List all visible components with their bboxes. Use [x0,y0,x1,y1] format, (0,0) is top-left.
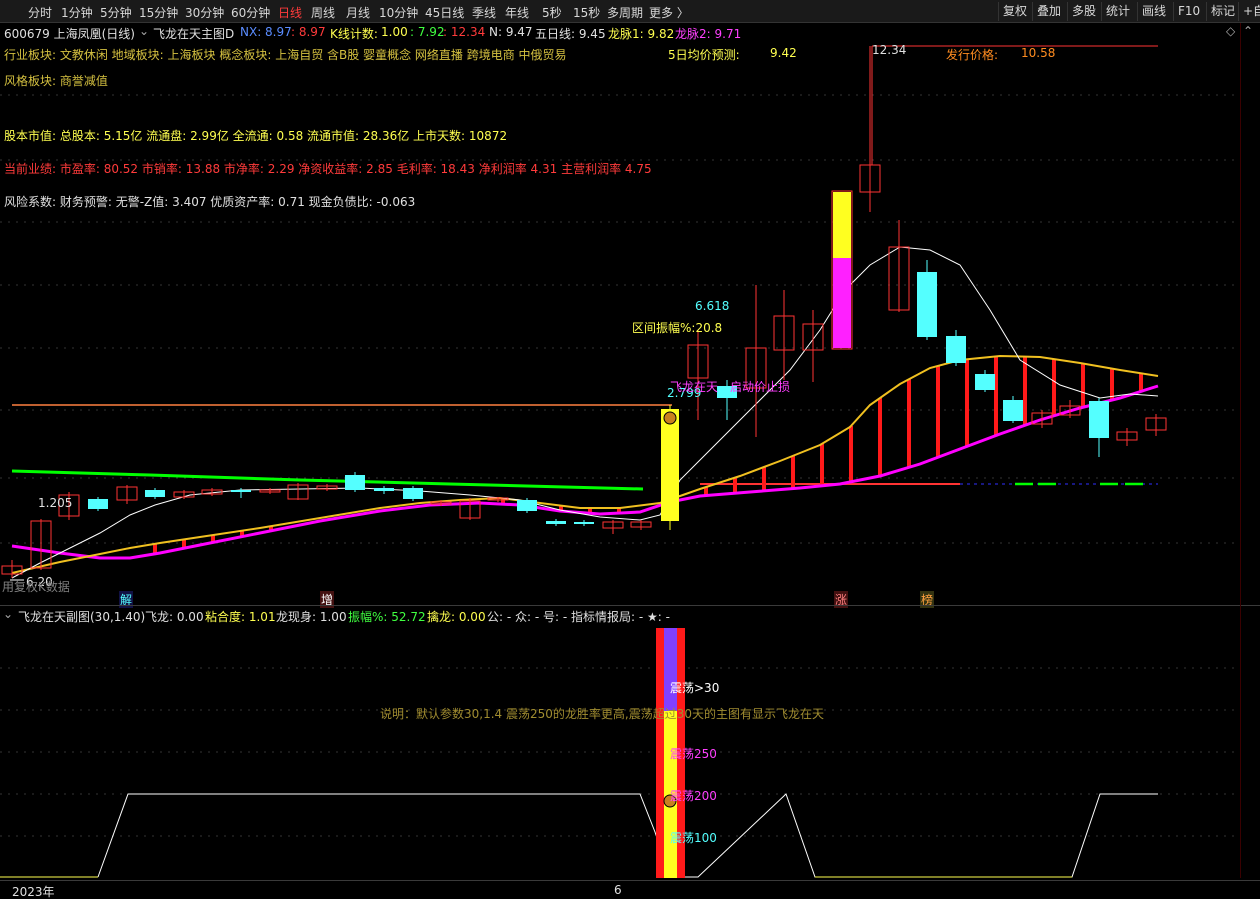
zhendang-100-label: 震荡100 [670,831,717,845]
sub-indicator-title[interactable]: 飞龙在天副图(30,1.40) [18,608,145,625]
candle-body-down [946,336,966,363]
sub-feilong-value: 飞龙: 0.00 [145,610,204,624]
adjusted-data-label: 用复权K数据 [2,580,70,594]
candle-body-down [88,499,108,509]
zhendang-250-label: 震荡250 [670,747,717,761]
candle-body-down [403,488,423,499]
candle-body-down [345,475,365,490]
candle-body-down [231,490,251,492]
candle-body-down [917,272,937,337]
sub-nianhe-value: 粘合度: 1.01 [205,610,276,624]
candle-body-down [574,522,594,524]
candle-body-down [546,521,566,524]
limitup-candle-bottom [833,258,851,348]
fib-6618-label: 6.618 [695,299,730,313]
sub-rest-values: 公: - 众: - 号: - 指标情报局: - ★: - [487,610,670,624]
limitup-candle-top [833,192,851,258]
pane-divider[interactable] [0,605,1260,606]
feilong-label: 飞龙在天 [670,380,719,394]
fib-1205-label: 1.205 [38,496,73,510]
candle-body-down [975,374,995,390]
zhendang-200-label: 震荡200 [670,789,717,803]
coin-icon [663,411,677,425]
candle-body-down [1003,400,1023,421]
chart-right-edge [1240,23,1241,878]
xaxis-line [0,880,1260,881]
sub-indicator-dropdown-icon[interactable]: ⌄ [3,607,13,621]
ma-magenta-line [11,384,1159,560]
candle-body-down [374,488,394,491]
sub-zhenfu-value: 振幅%: 52.72 [348,610,426,624]
sub-longxian-value: 龙现身: 1.00 [276,610,347,624]
range-amplitude-label: 区间振幅%:20.8 [632,321,723,335]
candle-body-down [1089,401,1109,438]
candle-body-down [145,490,165,497]
candle-body-down [517,500,537,511]
sub-qinlong-value: 擒龙: 0.00 [427,610,486,624]
ma-white-line [11,246,1159,579]
xaxis-year: 2023年 [12,885,55,899]
stoploss-label: 启动价止损 [730,380,791,394]
xaxis-month: 6 [614,883,622,897]
sub-signal-bar-purple [664,628,677,711]
kline-chart[interactable] [0,0,1260,899]
sub-explain-text: 说明：默认参数30,1.4 震荡250的龙胜率更高,震荡超过30天的主图有显示飞… [380,707,824,721]
high-price-label: 12.34 [872,43,907,57]
zhendang-30-label: 震荡>30 [670,681,720,695]
